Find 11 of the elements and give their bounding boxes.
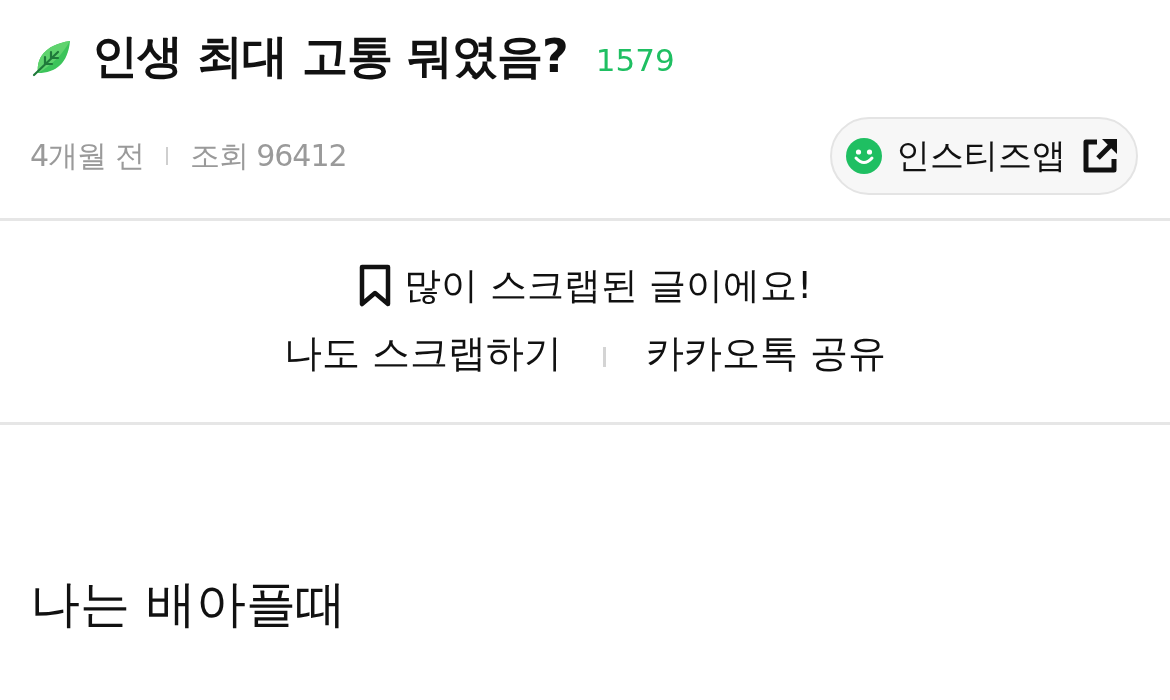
- post-title: 인생 최대 고통 뭐였음?: [92, 28, 568, 85]
- comment-count: 1579: [595, 41, 675, 78]
- action-link[interactable]: 카카오톡 공유: [645, 327, 886, 379]
- bookmark-icon: [357, 264, 392, 308]
- app-button[interactable]: 인스티즈앱: [830, 117, 1138, 195]
- scrap-message: 많이 스크랩된 글이에요!: [403, 263, 813, 309]
- view-count: 조회 96412: [189, 136, 347, 175]
- action-link[interactable]: 나도 스크랩하기: [284, 327, 563, 379]
- post-time: 4개월 전: [30, 136, 144, 175]
- smiley-icon: [846, 138, 882, 174]
- post-body-text: 나는 배아플때: [30, 574, 346, 635]
